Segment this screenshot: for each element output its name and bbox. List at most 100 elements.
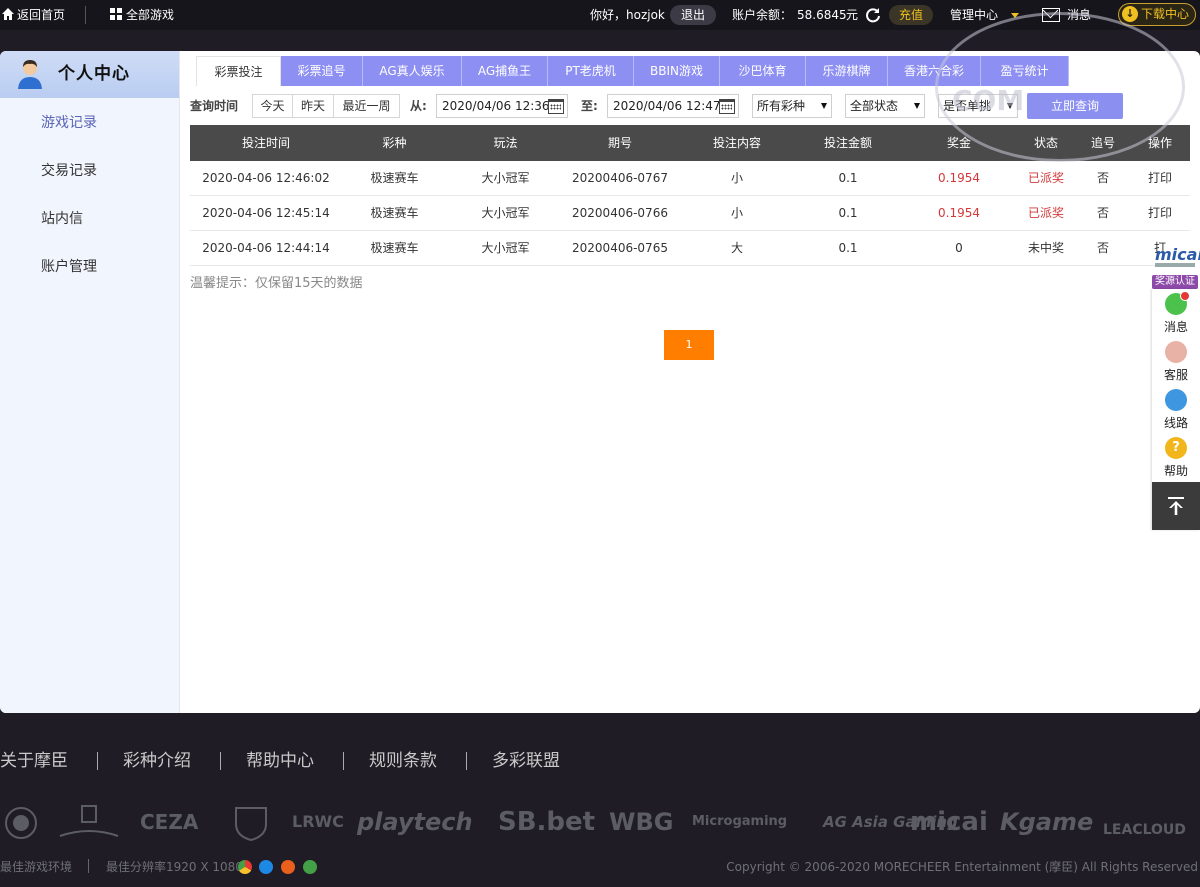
tab-bbin-games[interactable]: BBIN游戏 xyxy=(634,56,720,86)
play-type-cell: 大小冠军 xyxy=(481,171,530,185)
chevron-down-icon xyxy=(914,103,920,109)
range-today-button[interactable]: 今天 xyxy=(252,94,293,118)
calendar-icon[interactable] xyxy=(548,99,564,114)
range-yesterday-button[interactable]: 昨天 xyxy=(292,94,334,118)
logo-kgame: Kgame xyxy=(1000,808,1094,836)
divider xyxy=(88,859,89,873)
tab-lottery-chase[interactable]: 彩票追号 xyxy=(281,56,363,86)
sidebar-item-game-records[interactable]: 游戏记录 xyxy=(41,113,97,133)
footer-link-help[interactable]: 帮助中心 xyxy=(246,749,314,773)
tab-ag-fishing[interactable]: AG捕鱼王 xyxy=(462,56,548,86)
logo-ceza: CEZA xyxy=(140,810,199,834)
prize-cell: 0 xyxy=(955,241,963,255)
notification-dot-icon xyxy=(1180,291,1190,301)
chase-cell: 否 xyxy=(1096,206,1109,220)
from-date-value: 2020/04/06 12:36 xyxy=(442,99,550,113)
home-icon xyxy=(2,8,14,20)
download-center-button[interactable]: ↓ 下载中心 xyxy=(1118,3,1196,26)
tab-ag-live[interactable]: AG真人娱乐 xyxy=(363,56,462,86)
logo-sbbet: SB.bet xyxy=(498,807,596,837)
sidebar-header: 个人中心 xyxy=(0,51,179,98)
footer-link-terms[interactable]: 规则条款 xyxy=(369,749,437,773)
float-messages-button[interactable]: 消息 xyxy=(1152,289,1200,337)
status-select[interactable]: 全部状态 xyxy=(845,94,925,118)
currency-label: 元 xyxy=(846,8,859,22)
crest-seal-icon xyxy=(59,805,119,837)
logo-leacloud: LEACLOUD xyxy=(1103,822,1186,838)
float-service-button[interactable]: 客服 xyxy=(1152,337,1200,385)
micai-logo-underline xyxy=(1155,263,1195,267)
column-header: 状态 xyxy=(1033,136,1058,150)
query-filter-bar: 查询时间 今天 昨天 最近一周 从: 2020/04/06 12:36 至: 2… xyxy=(190,92,1190,120)
footer-link-alliance[interactable]: 多彩联盟 xyxy=(492,749,560,773)
play-type-cell: 大小冠军 xyxy=(481,206,530,220)
single-bet-select[interactable]: 是否单挑 xyxy=(938,94,1018,118)
tab-profit-loss[interactable]: 盈亏统计 xyxy=(981,56,1069,86)
print-link[interactable]: 打印 xyxy=(1134,196,1186,231)
lottery-type-select[interactable]: 所有彩种 xyxy=(752,94,832,118)
issue-cell: 20200406-0766 xyxy=(572,206,668,220)
all-games-link[interactable]: 全部游戏 xyxy=(110,0,174,30)
bet-content-cell: 小 xyxy=(730,206,743,220)
tab-saba-sports[interactable]: 沙巴体育 xyxy=(720,56,806,86)
logout-button[interactable]: 退出 xyxy=(670,5,716,25)
tab-lottery-bets[interactable]: 彩票投注 xyxy=(196,56,281,86)
copyright-text: Copyright © 2006-2020 MORECHEER Entertai… xyxy=(726,860,1198,874)
home-link[interactable]: 返回首页 xyxy=(2,0,65,30)
issue-cell: 20200406-0765 xyxy=(572,241,668,255)
sidebar: 个人中心 游戏记录 交易记录 站内信 账户管理 xyxy=(0,51,180,713)
tab-pt-slots[interactable]: PT老虎机 xyxy=(548,56,634,86)
divider xyxy=(466,752,467,770)
recharge-button[interactable]: 充值 xyxy=(889,5,933,25)
sidebar-title: 个人中心 xyxy=(58,64,130,84)
footer-link-lottery-intro[interactable]: 彩种介绍 xyxy=(123,749,191,773)
column-header: 玩法 xyxy=(493,136,518,150)
float-help-label: 帮助 xyxy=(1163,464,1188,478)
partner-logos: CEZA LRWC playtech SB.bet WBG Microgamin… xyxy=(0,800,1200,848)
bet-amount-cell: 0.1 xyxy=(838,171,858,185)
grid-icon xyxy=(110,8,122,20)
calendar-icon[interactable] xyxy=(719,99,735,114)
float-help-button[interactable]: ? 帮助 xyxy=(1152,433,1200,481)
mail-icon[interactable] xyxy=(1042,8,1060,22)
sidebar-item-transaction-records[interactable]: 交易记录 xyxy=(41,161,97,181)
chevron-down-icon[interactable] xyxy=(1011,13,1019,18)
bet-content-cell: 小 xyxy=(730,171,743,185)
refresh-icon[interactable] xyxy=(865,7,881,23)
table-row: 2020-04-06 12:44:14 极速赛车 大小冠军 20200406-0… xyxy=(190,231,1190,266)
bet-content-cell: 大 xyxy=(730,241,743,255)
column-header: 投注金额 xyxy=(823,136,872,150)
footer-link-about[interactable]: 关于摩臣 xyxy=(0,749,68,773)
best-env-label: 最佳游戏环境 xyxy=(0,860,73,874)
all-games-label: 全部游戏 xyxy=(126,8,175,22)
lottery-type-value: 所有彩种 xyxy=(757,99,806,113)
range-last-week-button[interactable]: 最近一周 xyxy=(333,94,400,118)
sidebar-item-account[interactable]: 账户管理 xyxy=(41,257,97,277)
query-button[interactable]: 立即查询 xyxy=(1027,93,1123,119)
to-date-input[interactable]: 2020/04/06 12:47 xyxy=(607,94,739,118)
play-type-cell: 大小冠军 xyxy=(481,241,530,255)
float-route-button[interactable]: 线路 xyxy=(1152,385,1200,433)
table-row: 2020-04-06 12:45:14 极速赛车 大小冠军 20200406-0… xyxy=(190,196,1190,231)
lottery-cell: 极速赛车 xyxy=(370,241,419,255)
back-to-top-button[interactable] xyxy=(1152,482,1200,530)
divider xyxy=(343,752,344,770)
logo-wbg: WBG xyxy=(609,808,674,836)
sidebar-item-inbox[interactable]: 站内信 xyxy=(41,209,83,229)
messages-link[interactable]: 消息 xyxy=(1067,0,1091,30)
bet-time-cell: 2020-04-06 12:46:02 xyxy=(202,171,330,185)
360-browser-icon xyxy=(303,860,317,874)
from-date-input[interactable]: 2020/04/06 12:36 xyxy=(436,94,568,118)
manage-center-menu[interactable]: 管理中心 xyxy=(950,0,998,30)
print-link[interactable]: 打印 xyxy=(1134,161,1186,196)
tab-chess-cards[interactable]: 乐游棋牌 xyxy=(806,56,888,86)
shield-seal-icon xyxy=(235,807,267,842)
footer-bottom: 最佳游戏环境 最佳分辨率1920 X 1080 Copyright © 2006… xyxy=(0,858,1200,876)
divider xyxy=(85,6,86,24)
pagination-page-button[interactable]: 1 xyxy=(664,330,714,360)
tab-hk-mark-six[interactable]: 香港六合彩 xyxy=(888,56,981,86)
float-service-label: 客服 xyxy=(1163,368,1188,382)
logo-lrwc: LRWC xyxy=(292,812,344,831)
certification-badge: 奖源认证 xyxy=(1152,275,1198,289)
bet-amount-cell: 0.1 xyxy=(838,241,858,255)
